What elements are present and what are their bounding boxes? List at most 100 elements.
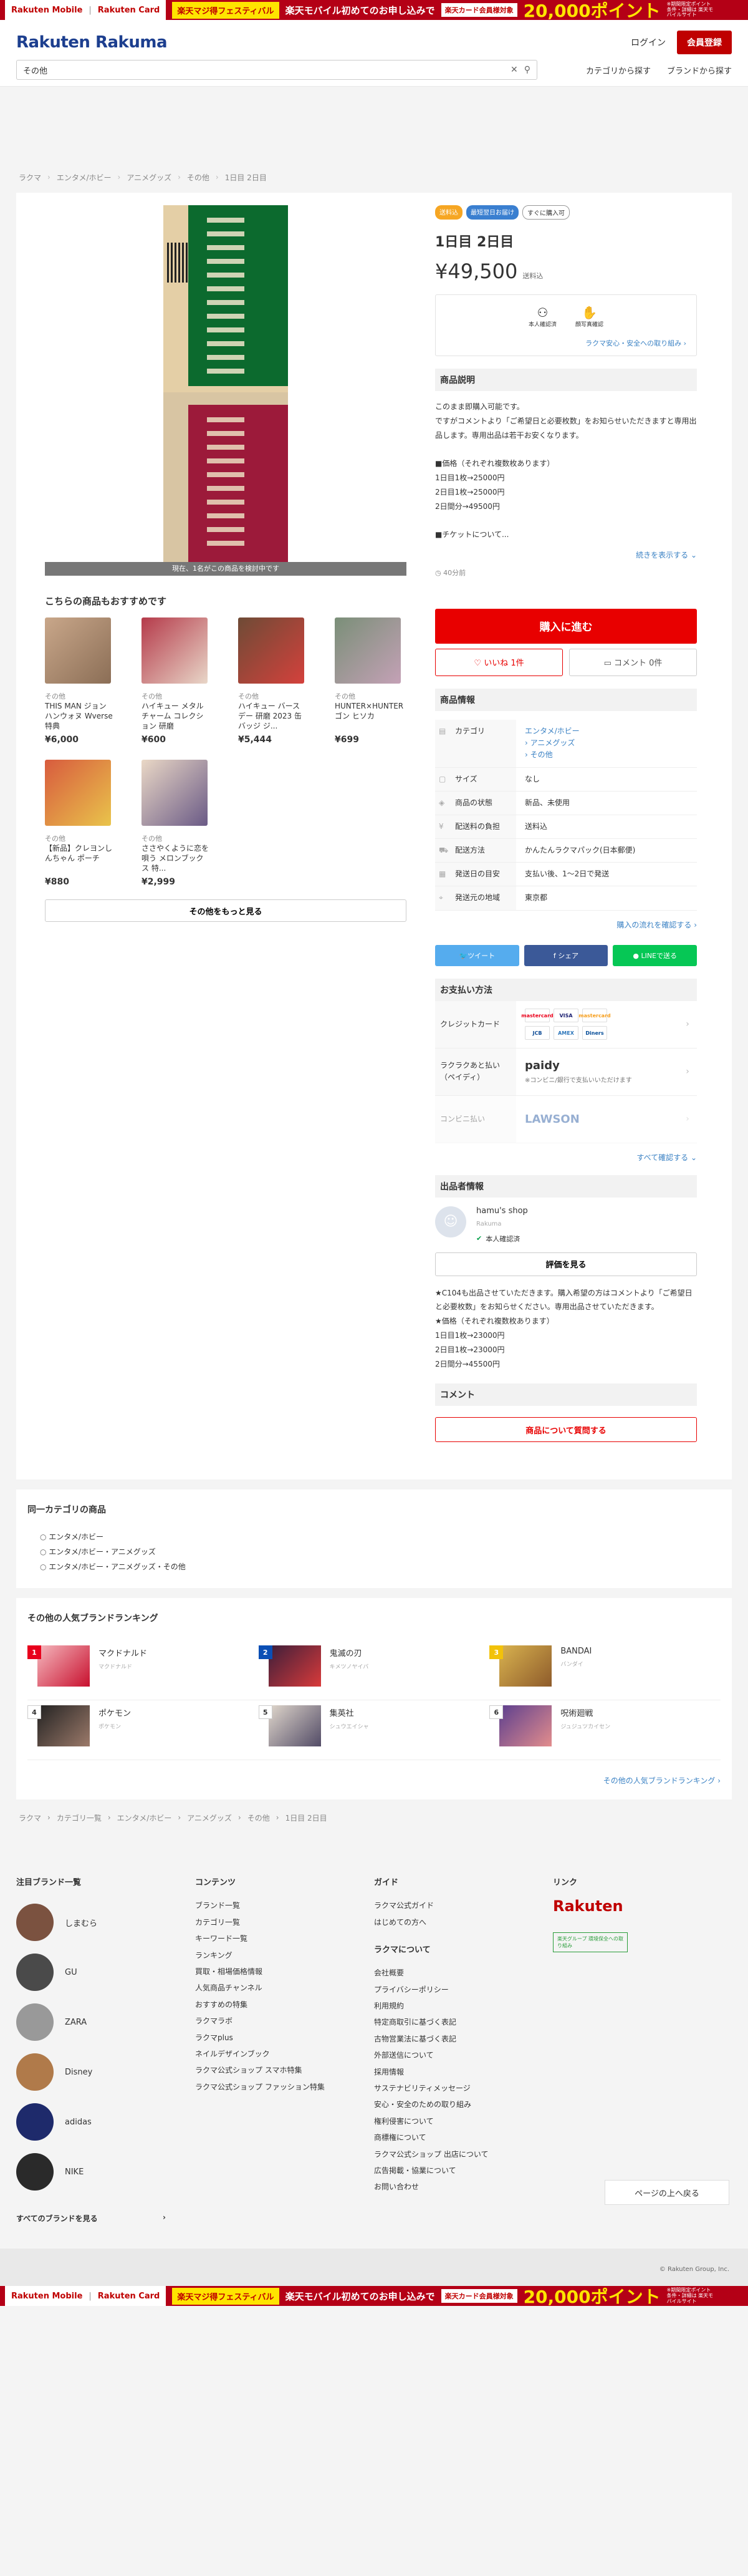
- footer-link[interactable]: お問い合わせ: [374, 2179, 553, 2195]
- recommend-item[interactable]: その他 HUNTER×HUNTER69 ゴン ヒソカ ¥699: [335, 617, 403, 745]
- promo-banner[interactable]: Rakuten Mobile | Rakuten Card 楽天マジ得フェスティ…: [0, 0, 748, 20]
- breadcrumb-item[interactable]: エンタメ/ホビー: [57, 172, 112, 183]
- category-link[interactable]: エンタメ/ホビー・アニメグッズ: [49, 1547, 155, 1556]
- footer-link[interactable]: おすすめの特集: [195, 1997, 374, 2013]
- footer-link[interactable]: ラクマplus: [195, 2030, 374, 2046]
- breadcrumb-item[interactable]: ラクマ: [19, 1813, 41, 1823]
- category-link[interactable]: エンタメ/ホビー・アニメグッズ・その他: [49, 1562, 185, 1571]
- tag-shipping-included: 送料込: [435, 205, 463, 220]
- footer-link[interactable]: 権利侵害について: [374, 2113, 553, 2129]
- footer-link[interactable]: 安心・安全のための取り組み: [374, 2096, 553, 2113]
- clear-icon[interactable]: ✕: [511, 65, 518, 75]
- recommend-more-button[interactable]: その他をもっと見る: [45, 899, 406, 922]
- footer-link[interactable]: ランキング: [195, 1947, 374, 1963]
- footer-link[interactable]: ラクマラボ: [195, 2013, 374, 2029]
- brand-link[interactable]: Disney: [16, 2047, 195, 2097]
- recommend-item[interactable]: その他 THIS MAN ジョンハンウォヌ Wverse特典 ¥6,000: [45, 617, 113, 745]
- ranking-item[interactable]: 5 集英社 シュウエイシャ: [258, 1700, 490, 1761]
- twitter-share-button[interactable]: 🐦ツイート: [435, 944, 519, 966]
- footer-link[interactable]: キーワード一覧: [195, 1930, 374, 1947]
- signup-button[interactable]: 会員登録: [677, 31, 732, 54]
- breadcrumb-item[interactable]: アニメグッズ: [127, 172, 171, 183]
- category-link[interactable]: エンタメ/ホビー: [49, 1533, 103, 1541]
- footer-link[interactable]: 会社概要: [374, 1965, 553, 1981]
- recommend-item[interactable]: その他 ささやくように恋を唄う メロンブックス 特... ¥2,999: [141, 760, 210, 887]
- brand-link[interactable]: NIKE: [16, 2147, 195, 2197]
- item-photo[interactable]: [163, 205, 288, 567]
- brand-link[interactable]: GU: [16, 1947, 195, 1997]
- footer-link[interactable]: ラクマ公式ショップ スマホ特集: [195, 2062, 374, 2078]
- ranking-more-link[interactable]: その他の人気ブランドランキング: [603, 1776, 716, 1785]
- breadcrumb-item[interactable]: その他: [187, 172, 209, 183]
- footer-link[interactable]: 外部送信について: [374, 2047, 553, 2063]
- brand-link[interactable]: しまむら: [16, 1897, 195, 1947]
- info-row: ⌖ 発送元の地域 東京都: [435, 886, 697, 911]
- footer-link[interactable]: 人気商品チャンネル: [195, 1980, 374, 1996]
- back-to-top-button[interactable]: ページの上へ戻る: [605, 2180, 729, 2206]
- footer-link[interactable]: 古物営業法に基づく表記: [374, 2031, 553, 2047]
- ranking-item[interactable]: 4 ポケモン ポケモン: [27, 1700, 259, 1761]
- buy-button[interactable]: 購入に進む: [435, 608, 697, 644]
- facebook-share-button[interactable]: f シェア: [524, 944, 608, 966]
- breadcrumb-item[interactable]: エンタメ/ホビー: [117, 1813, 172, 1823]
- footer-link[interactable]: ラクマ公式ショップ 出店について: [374, 2146, 553, 2162]
- login-link[interactable]: ログイン: [631, 36, 666, 49]
- nav-brand-link[interactable]: ブランドから探す: [667, 64, 732, 76]
- footer-link[interactable]: プライバシーポリシー: [374, 1982, 553, 1998]
- all-brands-link[interactable]: すべてのブランドを見る ›: [16, 2213, 166, 2224]
- payment-credit-row[interactable]: クレジットカード mastercard VISA mastercard JCB …: [435, 1000, 697, 1048]
- footer-link[interactable]: はじめての方へ: [374, 1914, 553, 1930]
- footer-link[interactable]: 買取・相場価格情報: [195, 1963, 374, 1980]
- info-row: ▤ カテゴリ エンタメ/ホビー › アニメグッズ › その他: [435, 719, 697, 768]
- search-icon[interactable]: ⚲: [524, 65, 530, 75]
- footer-link[interactable]: 採用情報: [374, 2064, 553, 2080]
- footer-link[interactable]: ネイルデザインブック: [195, 2046, 374, 2062]
- ask-question-button[interactable]: 商品について質問する: [435, 1417, 697, 1443]
- breadcrumb-item[interactable]: ラクマ: [19, 172, 41, 183]
- recommend-item[interactable]: その他 ハイキュー バースデー 研磨 2023 缶バッジ ジ... ¥5,444: [238, 617, 307, 745]
- brand-link[interactable]: adidas: [16, 2097, 195, 2147]
- avatar[interactable]: ☺: [435, 1206, 466, 1237]
- nav-category-link[interactable]: カテゴリから探す: [586, 64, 651, 76]
- ranking-item[interactable]: 6 呪術廻戦 ジュジュツカイセン: [489, 1700, 721, 1761]
- view-reviews-button[interactable]: 評価を見る: [435, 1252, 697, 1276]
- footer-link[interactable]: 広告掲載・協業について: [374, 2162, 553, 2179]
- green-badge[interactable]: 楽天グループ 環境保全への取り組み: [553, 1932, 628, 1953]
- rakuten-logo[interactable]: Rakuten: [553, 1897, 732, 1915]
- recommend-item[interactable]: その他 【新品】クレヨンしんちゃん ポーチ ¥880: [45, 760, 113, 887]
- comment-button[interactable]: ▭ コメント 0件: [569, 648, 697, 676]
- payment-paidy-row[interactable]: ラクラクあと払い（ペイディ） paidy ※コンビニ/銀行で支払いいただけます …: [435, 1048, 697, 1096]
- like-button[interactable]: ♡ いいね 1件: [435, 648, 563, 676]
- ranking-item[interactable]: 2 鬼滅の刃 キメツノヤイバ: [258, 1640, 490, 1701]
- breadcrumb-item[interactable]: カテゴリ一覧: [57, 1813, 102, 1823]
- search-input[interactable]: [23, 65, 504, 75]
- footer-link[interactable]: サステナビリティメッセージ: [374, 2080, 553, 2096]
- footer-link[interactable]: 利用規約: [374, 1998, 553, 2014]
- purchase-flow-link[interactable]: 購入の流れを確認する: [616, 921, 691, 929]
- footer-link[interactable]: カテゴリ一覧: [195, 1914, 374, 1930]
- ranking-item[interactable]: 3 BANDAI バンダイ: [489, 1640, 721, 1701]
- recommend-item[interactable]: その他 ハイキュー メタルチャーム コレクション 研磨 ¥600: [141, 617, 210, 745]
- same-category-section: 同一カテゴリの商品 エンタメ/ホビー エンタメ/ホビー・アニメグッズ エンタメ/…: [16, 1489, 732, 1589]
- ranking-name: 呪術廻戦: [560, 1709, 593, 1719]
- promo-banner-bottom[interactable]: Rakuten Mobile | Rakuten Card 楽天マジ得フェスティ…: [0, 2286, 748, 2307]
- breadcrumb-item[interactable]: その他: [247, 1813, 270, 1823]
- payment-conbini-row[interactable]: コンビニ払い LAWSON ›: [435, 1095, 697, 1143]
- show-more-link[interactable]: 続きを表示する: [636, 551, 688, 559]
- info-category-value[interactable]: エンタメ/ホビー › アニメグッズ › その他: [516, 719, 697, 768]
- footer-link[interactable]: 商標権について: [374, 2129, 553, 2146]
- footer-link[interactable]: ラクマ公式ガイド: [374, 1897, 553, 1914]
- footer-link[interactable]: ラクマ公式ショップ ファッション特集: [195, 2079, 374, 2095]
- safety-link[interactable]: ラクマ安心・安全への取り組み: [585, 339, 681, 347]
- brand-link[interactable]: ZARA: [16, 1997, 195, 2047]
- footer-link[interactable]: 特定商取引に基づく表記: [374, 2014, 553, 2030]
- payment-see-all-link[interactable]: すべて確認する: [636, 1153, 688, 1162]
- lawson-logo: LAWSON: [525, 1112, 580, 1126]
- breadcrumb-item[interactable]: アニメグッズ: [187, 1813, 232, 1823]
- line-share-button[interactable]: ● LINEで送る: [613, 944, 698, 966]
- diners-logo: Diners: [582, 1026, 607, 1040]
- ranking-item[interactable]: 1 マクドナルド マクドナルド: [27, 1640, 259, 1701]
- rakuma-logo[interactable]: Rakuten Rakuma: [16, 33, 168, 52]
- seller-profile[interactable]: ☺ hamu's shop Rakuma ✔ 本人確認済: [435, 1206, 697, 1244]
- footer-link[interactable]: ブランド一覧: [195, 1897, 374, 1914]
